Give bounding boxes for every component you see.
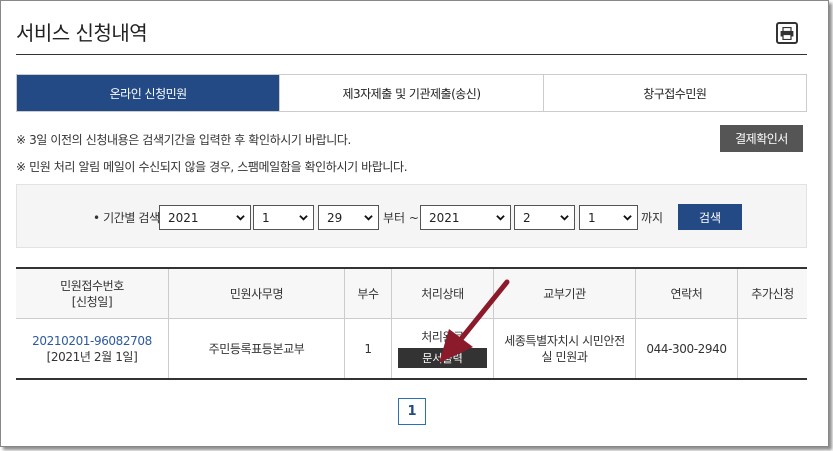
cell-extra-request xyxy=(737,319,807,378)
apply-date: [2021년 2월 1일] xyxy=(46,349,138,364)
chevron-down-icon xyxy=(236,215,245,221)
cell-receipt-number: 20210201-96082708 [2021년 2월 1일] xyxy=(16,319,168,378)
header-extra-request: 추가신청 xyxy=(737,269,807,318)
from-year-select[interactable]: 2021 xyxy=(159,205,251,230)
from-month-value: 1 xyxy=(262,210,270,225)
header-apply-date-label: [신청일] xyxy=(71,294,113,309)
to-month-value: 2 xyxy=(523,210,531,225)
receipt-number-link[interactable]: 20210201-96082708 xyxy=(32,333,152,349)
page-title: 서비스 신청내역 xyxy=(16,21,148,45)
chevron-down-icon xyxy=(560,215,569,221)
chevron-down-icon xyxy=(364,215,373,221)
cell-copies: 1 xyxy=(344,319,391,378)
cell-service-name: 주민등록표등본교부 xyxy=(168,319,344,378)
table-header-row: 민원접수번호 [신청일] 민원사무명 부수 처리상태 교부기관 연락처 추가신청 xyxy=(16,269,807,319)
header-copies: 부수 xyxy=(344,269,391,318)
from-day-select[interactable]: 29 xyxy=(318,205,379,230)
window-frame: 서비스 신청내역 온라인 신청민원 제3자제출 및 기관제출(송신) 창구접수민… xyxy=(0,0,829,447)
notice-search-period: ※ 3일 이전의 신청내용은 검색기간을 입력한 후 확인하시기 바랍니다. xyxy=(16,133,351,147)
pagination-page-1[interactable]: 1 xyxy=(398,398,426,425)
tab-online-applications[interactable]: 온라인 신청민원 xyxy=(17,75,280,111)
tab-counter-applications[interactable]: 창구접수민원 xyxy=(542,75,806,111)
cell-contact: 044-300-2940 xyxy=(635,319,737,378)
to-year-select[interactable]: 2021 xyxy=(420,205,511,230)
title-divider xyxy=(16,54,807,55)
payment-confirmation-button[interactable]: 결제확인서 xyxy=(720,125,803,152)
header-agency: 교부기관 xyxy=(493,269,635,318)
cell-status: 처리완료 문서출력 xyxy=(391,319,493,378)
tab-third-party-submission[interactable]: 제3자제출 및 기관제출(송신) xyxy=(279,75,543,111)
to-suffix-label: 까지 xyxy=(641,211,664,225)
chevron-down-icon xyxy=(496,215,505,221)
from-day-value: 29 xyxy=(327,210,343,225)
print-button[interactable] xyxy=(776,22,798,44)
header-receipt-number-label: 민원접수번호 xyxy=(60,278,124,293)
print-document-button[interactable]: 문서출력 xyxy=(398,348,487,368)
from-month-select[interactable]: 1 xyxy=(253,205,314,230)
header-contact: 연락처 xyxy=(635,269,737,318)
search-period-label: • 기간별 검색 xyxy=(93,211,160,225)
header-status: 처리상태 xyxy=(391,269,493,318)
from-year-value: 2021 xyxy=(168,210,199,225)
from-suffix-label: 부터 ~ xyxy=(383,211,419,225)
status-text: 처리완료 xyxy=(421,330,464,344)
to-day-select[interactable]: 1 xyxy=(579,205,638,230)
chevron-down-icon xyxy=(299,215,308,221)
table-row: 20210201-96082708 [2021년 2월 1일] 주민등록표등본교… xyxy=(16,319,807,378)
printer-icon xyxy=(780,26,794,40)
tab-bar: 온라인 신청민원 제3자제출 및 기관제출(송신) 창구접수민원 xyxy=(16,74,807,112)
to-month-select[interactable]: 2 xyxy=(514,205,575,230)
search-panel: • 기간별 검색 2021 1 29 부터 ~ 2021 2 1 까지 검색 xyxy=(16,184,807,248)
search-button[interactable]: 검색 xyxy=(678,204,742,230)
notice-spam-mail: ※ 민원 처리 알림 메일이 수신되지 않을 경우, 스팸메일함을 확인하시기 … xyxy=(16,160,408,174)
to-year-value: 2021 xyxy=(429,210,460,225)
to-day-value: 1 xyxy=(588,210,596,225)
chevron-down-icon xyxy=(623,215,632,221)
application-history-table: 민원접수번호 [신청일] 민원사무명 부수 처리상태 교부기관 연락처 추가신청… xyxy=(16,267,807,380)
header-receipt-number: 민원접수번호 [신청일] xyxy=(16,269,168,318)
cell-agency: 세종특별자치시 시민안전실 민원과 xyxy=(493,319,635,378)
header-service-name: 민원사무명 xyxy=(168,269,344,318)
